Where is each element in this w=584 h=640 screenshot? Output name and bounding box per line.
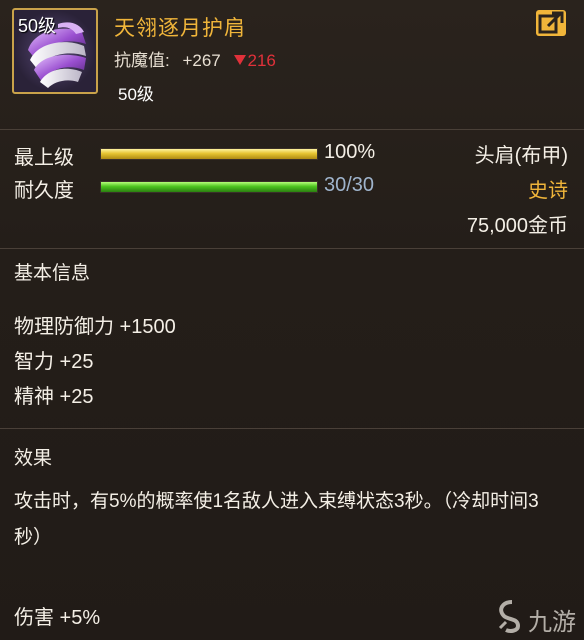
top-level-label: 最上级 <box>14 147 74 169</box>
attr-intelligence: 智力 +25 <box>14 351 94 373</box>
item-level: 50级 <box>118 85 154 104</box>
down-arrow-icon <box>233 55 246 65</box>
share-icon <box>536 10 566 36</box>
magic-resist-stat: 抗魔值: +267 216 <box>114 46 276 71</box>
top-level-bar-fill <box>101 149 317 159</box>
share-button[interactable] <box>534 8 568 38</box>
equipment-slot: 头肩(布甲) <box>474 145 568 167</box>
durability-label: 耐久度 <box>14 180 74 202</box>
item-icon-frame[interactable]: 50级 <box>12 8 98 94</box>
watermark-logo: 九游 <box>494 596 584 636</box>
durability-bar-fill <box>101 182 317 192</box>
basic-info-title: 基本信息 <box>14 263 91 284</box>
item-price: 75,000金币 <box>466 215 568 237</box>
durability-bar <box>100 181 318 193</box>
effect-damage: 伤害 +5% <box>14 607 101 629</box>
divider <box>0 129 584 130</box>
divider <box>0 248 584 249</box>
stat-label: 抗魔值: <box>114 51 170 70</box>
stat-plus-value: +267 <box>182 51 221 70</box>
top-level-value: 100% <box>324 141 376 163</box>
effect-description: 攻击时，有5%的概率使1名敌人进入束缚状态3秒。（冷却时间3秒） <box>14 491 539 548</box>
swirl-logo-icon <box>498 600 521 633</box>
stat-minus-group: 216 <box>233 51 276 70</box>
item-quality: 史诗 <box>528 180 568 202</box>
attr-physical-defense: 物理防御力 +1500 <box>14 316 176 338</box>
watermark-text: 九游 <box>528 609 576 636</box>
item-tooltip-panel: 50级 天翎逐月护肩 抗魔值: +267 216 50级 最上级 100% 耐久… <box>0 0 584 640</box>
effect-title: 效果 <box>14 448 53 469</box>
stat-minus-value: 216 <box>247 51 276 70</box>
divider <box>0 428 584 429</box>
level-badge: 50级 <box>18 16 57 36</box>
attr-spirit: 精神 +25 <box>14 386 94 408</box>
durability-value: 30/30 <box>324 174 375 196</box>
item-name: 天翎逐月护肩 <box>114 17 246 40</box>
top-level-bar <box>100 148 318 160</box>
